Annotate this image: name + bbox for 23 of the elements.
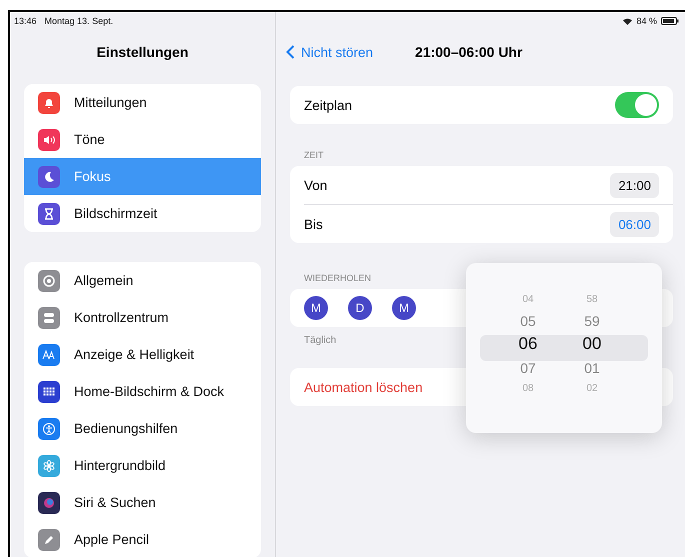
sidebar-label: Kontrollzentrum bbox=[74, 310, 169, 325]
section-header: WIEDERHOLEN bbox=[304, 273, 372, 283]
sidebar-label: Apple Pencil bbox=[74, 532, 150, 547]
sidebar-label: Allgemein bbox=[74, 273, 134, 288]
sidebar-label: Anzeige & Helligkeit bbox=[74, 347, 194, 362]
sidebar-label: Bedienungshilfen bbox=[74, 421, 178, 436]
sidebar-label: Home-Bildschirm & Dock bbox=[74, 384, 224, 399]
time-label: Bis bbox=[304, 216, 323, 232]
sidebar-title: Einstellungen bbox=[96, 44, 190, 60]
sidebar-label: Bildschirmzeit bbox=[74, 206, 158, 221]
sidebar-label: Töne bbox=[74, 132, 105, 147]
battery-percent: 84 % bbox=[636, 16, 657, 26]
sidebar-label: Mitteilungen bbox=[74, 95, 147, 110]
page-title: 21:00–06:00 Uhr bbox=[415, 44, 522, 60]
time-label: Von bbox=[304, 178, 328, 192]
sidebar-label: Fokus bbox=[74, 169, 111, 184]
status-date: Montag 13. Sept. bbox=[44, 16, 114, 26]
schedule-label: Zeitplan bbox=[304, 98, 352, 112]
section-header: ZEIT bbox=[304, 150, 324, 160]
status-time: 13:46 bbox=[14, 16, 37, 26]
repeat-summary: Täglich bbox=[304, 335, 336, 346]
sidebar-label: Hintergrundbild bbox=[74, 458, 166, 473]
sidebar-label: Siri & Suchen bbox=[74, 495, 156, 510]
